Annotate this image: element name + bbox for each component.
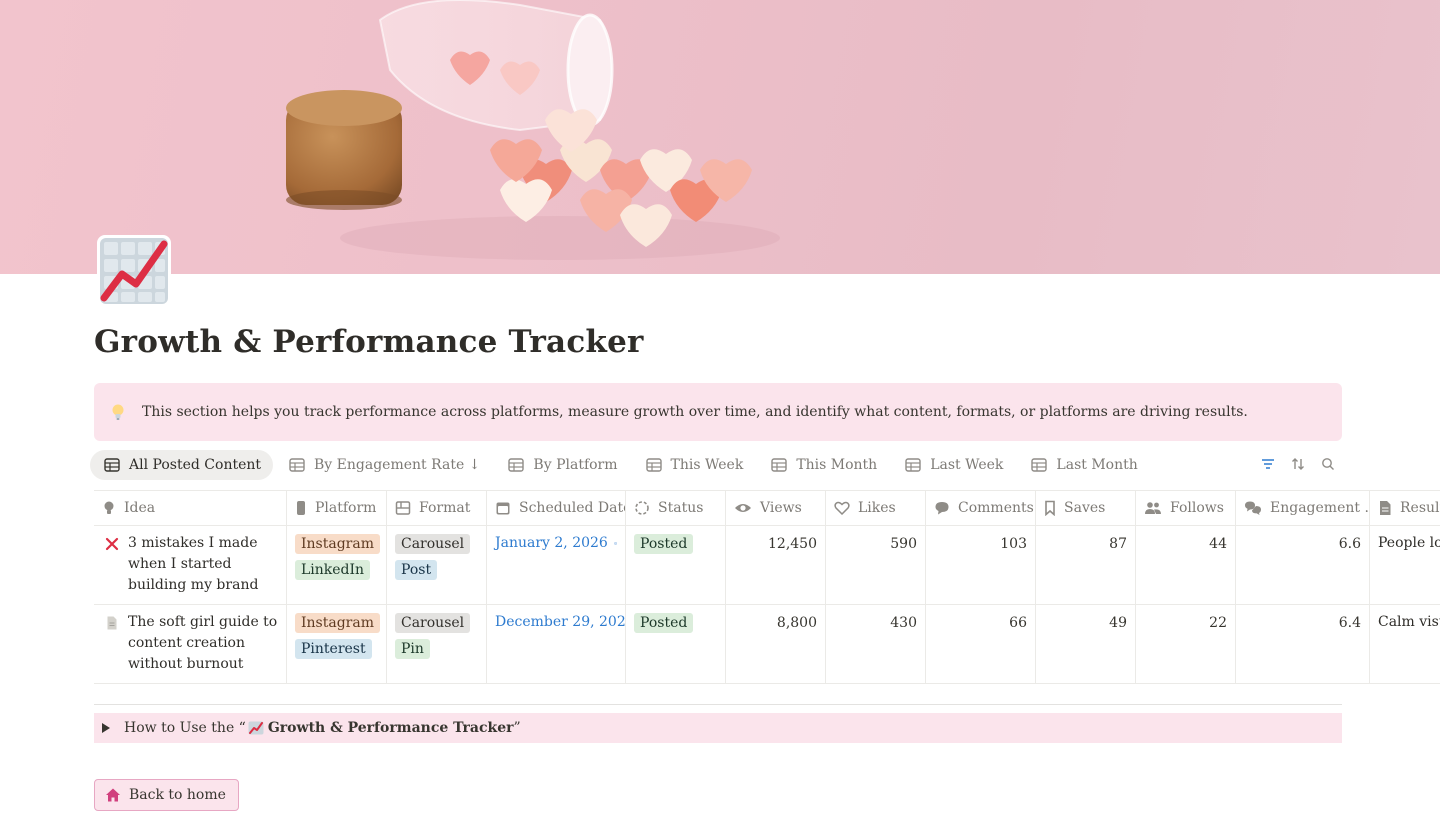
cell-scheduled-date[interactable]: December 29, 2025	[487, 605, 626, 683]
callout-text: This section helps you track performance…	[142, 404, 1248, 420]
search-icon[interactable]	[1320, 456, 1336, 472]
cell-follows[interactable]: 22	[1136, 605, 1236, 683]
heart-icon	[834, 501, 850, 515]
cell-likes[interactable]: 430	[826, 605, 926, 683]
table-row[interactable]: The soft girl guide to content creation …	[94, 605, 1440, 684]
cell-views[interactable]: 8,800	[726, 605, 826, 683]
back-to-home-button[interactable]: Back to home	[94, 779, 239, 811]
cell-status[interactable]: Posted	[626, 605, 726, 683]
tab-by-platform[interactable]: By Platform	[494, 450, 629, 480]
column-header-format[interactable]: Format	[387, 491, 487, 525]
tag-carousel: Carousel	[395, 534, 471, 554]
tag-carousel: Carousel	[395, 613, 471, 633]
tag-pinterest: Pinterest	[295, 639, 372, 659]
column-header-views[interactable]: Views	[726, 491, 826, 525]
view-toolbar	[1260, 456, 1336, 472]
cell-saves[interactable]: 49	[1036, 605, 1136, 683]
eye-icon	[735, 504, 751, 512]
column-header-comments[interactable]: Comments	[926, 491, 1036, 525]
tab-last-month[interactable]: Last Month	[1017, 450, 1149, 480]
bookmark-icon	[1045, 500, 1055, 516]
table-icon	[289, 458, 305, 472]
column-header-engagement[interactable]: Engagement ...	[1236, 491, 1370, 525]
lightbulb-icon	[112, 404, 124, 420]
cell-result[interactable]: Calm visu	[1370, 605, 1440, 683]
table-icon	[645, 458, 662, 472]
chart-increasing-icon	[248, 721, 264, 735]
status-badge: Posted	[634, 613, 694, 633]
view-tabs: All Posted Content By Engagement Rate ↓ …	[90, 450, 1152, 480]
date-value: January 2, 2026	[495, 535, 608, 551]
tag-pin: Pin	[395, 639, 430, 659]
sort-icon[interactable]	[1290, 456, 1306, 472]
people-icon	[1145, 502, 1161, 514]
comment-icon	[935, 502, 949, 515]
tag-instagram: Instagram	[295, 613, 380, 633]
column-header-platform[interactable]: Platform	[287, 491, 387, 525]
toggle-triangle-icon[interactable]	[102, 723, 110, 733]
table-row[interactable]: 3 mistakes I made when I started buildin…	[94, 526, 1440, 605]
calendar-icon	[496, 502, 510, 515]
cell-platform[interactable]: Instagram Pinterest	[287, 605, 387, 683]
cell-format[interactable]: Carousel Pin	[387, 605, 487, 683]
column-header-idea[interactable]: Idea	[94, 491, 287, 525]
home-icon	[106, 788, 120, 802]
page-icon	[107, 616, 117, 630]
tag-instagram: Instagram	[295, 534, 380, 554]
table-icon	[1031, 458, 1048, 472]
column-header-follows[interactable]: Follows	[1136, 491, 1236, 525]
how-to-use-toggle[interactable]: How to Use the “ Growth & Performance Tr…	[94, 713, 1342, 743]
table-icon	[905, 458, 921, 472]
cell-engagement[interactable]: 6.6	[1236, 526, 1370, 604]
cover-illustration	[286, 0, 780, 260]
info-callout: This section helps you track performance…	[94, 383, 1342, 441]
cross-mark-icon	[105, 537, 119, 551]
cell-comments[interactable]: 66	[926, 605, 1036, 683]
tab-this-month[interactable]: This Month	[757, 450, 889, 480]
cell-saves[interactable]: 87	[1036, 526, 1136, 604]
tab-by-engagement-rate[interactable]: By Engagement Rate ↓	[275, 450, 492, 480]
table-icon	[508, 458, 525, 472]
tab-all-posted-content[interactable]: All Posted Content	[90, 450, 274, 480]
status-icon	[635, 501, 649, 515]
cell-idea[interactable]: The soft girl guide to content creation …	[94, 605, 287, 683]
table-icon	[104, 458, 120, 472]
cell-format[interactable]: Carousel Post	[387, 526, 487, 604]
tag-post: Post	[395, 560, 438, 580]
document-icon	[1380, 501, 1391, 515]
tab-last-week[interactable]: Last Week	[891, 450, 1015, 480]
cell-status[interactable]: Posted	[626, 526, 726, 604]
filter-icon[interactable]	[1260, 456, 1276, 472]
cell-idea[interactable]: 3 mistakes I made when I started buildin…	[94, 526, 287, 604]
column-header-scheduled-date[interactable]: Scheduled Date	[487, 491, 626, 525]
cell-views[interactable]: 12,450	[726, 526, 826, 604]
cell-platform[interactable]: Instagram LinkedIn	[287, 526, 387, 604]
alarm-clock-icon[interactable]	[614, 536, 617, 551]
date-value: December 29, 2025	[495, 614, 626, 630]
cell-engagement[interactable]: 6.4	[1236, 605, 1370, 683]
layout-icon	[395, 501, 411, 515]
cell-scheduled-date[interactable]: January 2, 2026	[487, 526, 626, 604]
page-title: Growth & Performance Tracker	[94, 324, 644, 360]
chart-increasing-icon[interactable]	[96, 234, 172, 308]
cell-likes[interactable]: 590	[826, 526, 926, 604]
column-header-status[interactable]: Status	[626, 491, 726, 525]
divider	[94, 704, 1342, 705]
table-icon	[771, 458, 788, 472]
content-table: Idea Platform Format Scheduled Date Stat…	[94, 490, 1440, 684]
cell-comments[interactable]: 103	[926, 526, 1036, 604]
page-cover[interactable]	[0, 0, 1440, 274]
lightbulb-icon	[104, 501, 114, 514]
cell-result[interactable]: People lov	[1370, 526, 1440, 604]
status-badge: Posted	[634, 534, 694, 554]
column-header-saves[interactable]: Saves	[1036, 491, 1136, 525]
tag-linkedin: LinkedIn	[295, 560, 371, 580]
tab-this-week[interactable]: This Week	[632, 450, 756, 480]
column-header-result[interactable]: Result	[1370, 491, 1440, 525]
column-header-likes[interactable]: Likes	[826, 491, 926, 525]
cell-follows[interactable]: 44	[1136, 526, 1236, 604]
chat-bubbles-icon	[1245, 501, 1261, 515]
table-header: Idea Platform Format Scheduled Date Stat…	[94, 490, 1440, 526]
phone-icon	[297, 501, 305, 515]
